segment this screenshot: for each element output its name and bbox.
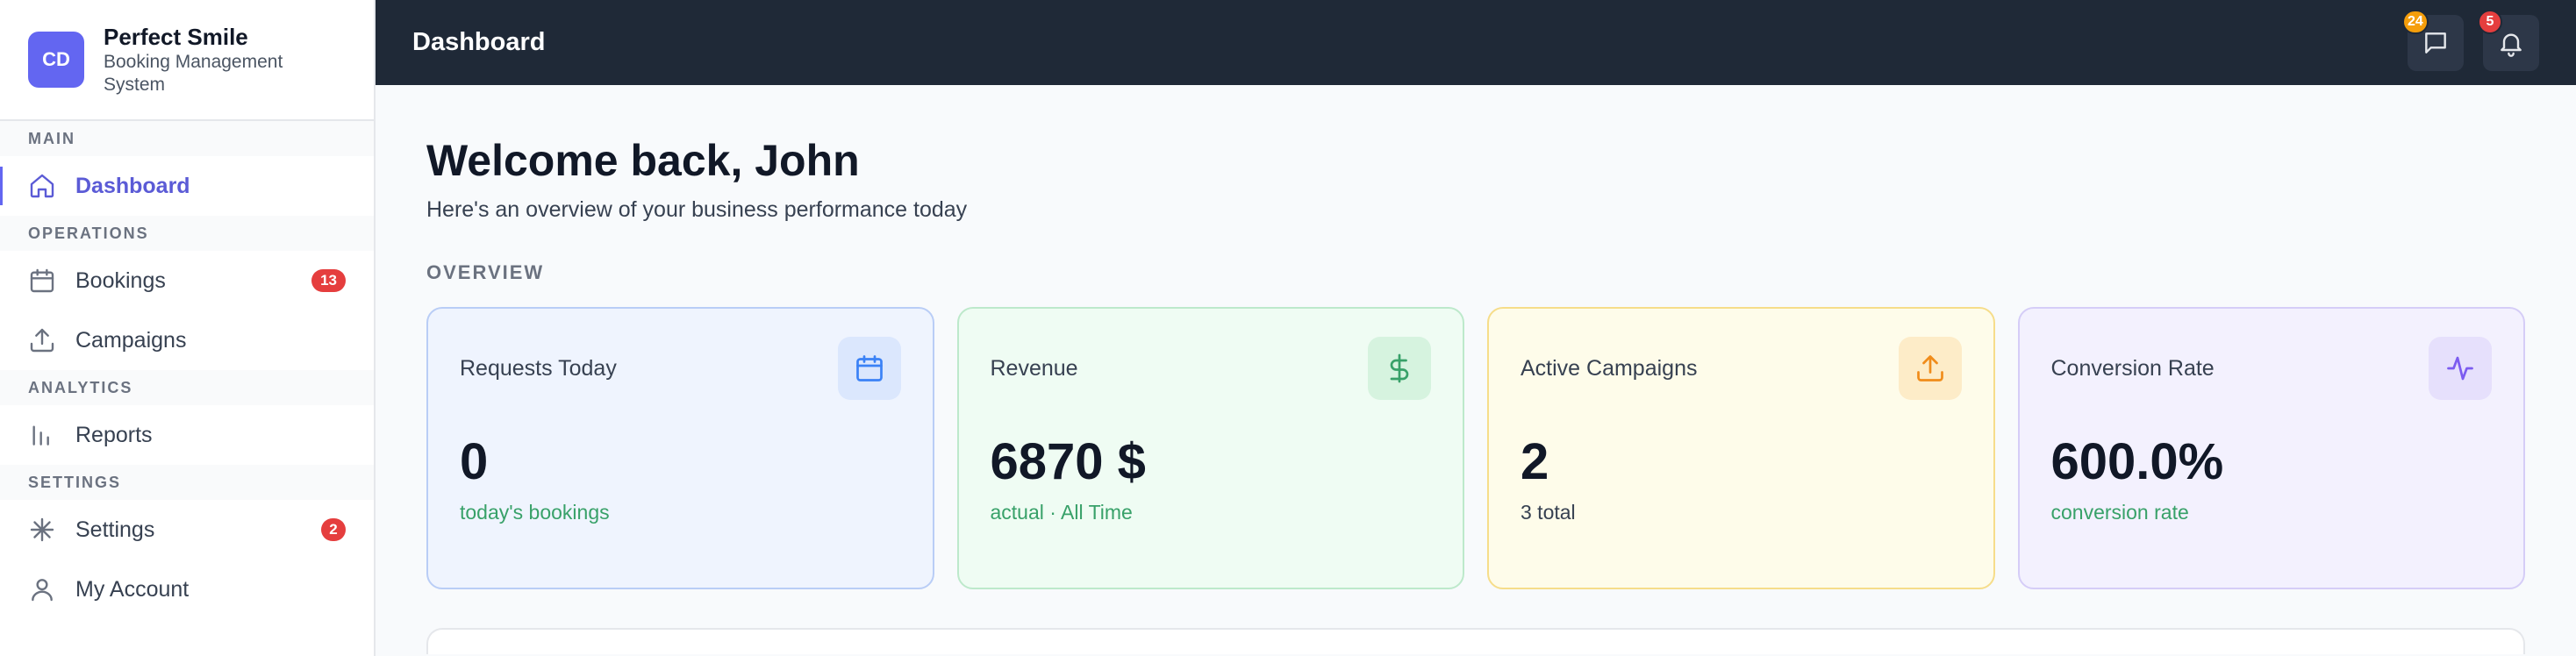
- stat-card-requests-today[interactable]: Requests Today 0 today's bookings: [426, 307, 934, 589]
- stat-cards: Requests Today 0 today's bookings Revenu…: [426, 307, 2525, 589]
- stat-card-value: 0: [460, 433, 489, 490]
- notifications-count-badge: 5: [2478, 9, 2502, 34]
- brand-logo: CD: [28, 32, 84, 88]
- app-root: CD Perfect Smile Booking Management Syst…: [0, 0, 2576, 656]
- stat-card-value: 600.0%: [2050, 433, 2224, 490]
- stat-card-conversion-rate[interactable]: Conversion Rate 600.0% conversion rate: [2017, 307, 2525, 589]
- overview-label: OVERVIEW: [426, 261, 545, 283]
- notifications-button[interactable]: 5: [2478, 9, 2539, 71]
- home-icon: [28, 172, 56, 200]
- calendar-icon: [28, 267, 56, 295]
- welcome-title: Welcome back, John: [426, 136, 860, 185]
- settings-count-badge: 2: [321, 518, 346, 541]
- stat-card-revenue[interactable]: Revenue 6870 $ actual · All Time: [956, 307, 1464, 589]
- sidebar-item-reports[interactable]: Reports: [0, 405, 374, 465]
- stat-card-active-campaigns[interactable]: Active Campaigns 2 3 total: [1487, 307, 1995, 589]
- welcome-subtitle: Here's an overview of your business perf…: [426, 197, 968, 222]
- stat-card-subtitle: today's bookings: [460, 501, 610, 524]
- upload-icon: [1898, 337, 1962, 400]
- brand-subtitle: Booking Management System: [104, 52, 283, 95]
- topbar: Dashboard 24 5: [376, 0, 2576, 85]
- stat-card-title: Revenue: [990, 356, 1078, 381]
- dashboard-content: Welcome back, John Here's an overview of…: [376, 85, 2576, 654]
- brand-header: CD Perfect Smile Booking Management Syst…: [0, 0, 374, 121]
- bookings-count-badge: 13: [311, 269, 346, 292]
- stat-card-subtitle: conversion rate: [2050, 501, 2189, 524]
- activity-icon: [2429, 337, 2492, 400]
- content-panel: [426, 628, 2525, 654]
- sidebar-item-label: My Account: [75, 576, 190, 602]
- sidebar: CD Perfect Smile Booking Management Syst…: [0, 0, 376, 656]
- sidebar-item-label: Bookings: [75, 267, 166, 293]
- stat-card-title: Conversion Rate: [2050, 356, 2215, 381]
- sidebar-item-my-account[interactable]: My Account: [0, 560, 374, 619]
- sparkle-settings-icon: [28, 516, 56, 544]
- sidebar-item-campaigns[interactable]: Campaigns: [0, 310, 374, 370]
- stat-card-value: 2: [1521, 433, 1549, 490]
- messages-count-badge: 24: [2402, 9, 2429, 34]
- sidebar-item-bookings[interactable]: Bookings 13: [0, 251, 374, 310]
- stat-card-title: Requests Today: [460, 356, 617, 381]
- bell-icon: [2497, 29, 2525, 57]
- topbar-actions: 24 5: [2402, 9, 2539, 71]
- brand-name: Perfect Smile: [104, 24, 248, 50]
- section-label-main: MAIN: [0, 121, 374, 156]
- sidebar-item-label: Reports: [75, 422, 153, 447]
- stat-card-title: Active Campaigns: [1521, 356, 1698, 381]
- main-area: Dashboard 24 5 Welcome back, John Here's…: [376, 0, 2576, 656]
- sidebar-item-label: Dashboard: [75, 173, 190, 198]
- stat-card-subtitle: 3 total: [1521, 501, 1576, 524]
- sidebar-item-label: Settings: [75, 517, 155, 542]
- bar-chart-icon: [28, 421, 56, 449]
- brand-text: Perfect Smile Booking Management System: [104, 23, 332, 96]
- user-icon: [28, 575, 56, 603]
- stat-card-value: 6870 $: [990, 433, 1146, 490]
- section-label-analytics: ANALYTICS: [0, 370, 374, 405]
- upload-icon: [28, 326, 56, 354]
- sidebar-item-settings[interactable]: Settings 2: [0, 500, 374, 560]
- page-title: Dashboard: [412, 28, 546, 56]
- section-label-operations: OPERATIONS: [0, 216, 374, 251]
- messages-button[interactable]: 24: [2402, 9, 2464, 71]
- chat-icon: [2422, 29, 2450, 57]
- sidebar-item-label: Campaigns: [75, 327, 187, 353]
- section-label-settings: SETTINGS: [0, 465, 374, 500]
- calendar-icon: [837, 337, 901, 400]
- sidebar-item-dashboard[interactable]: Dashboard: [0, 156, 374, 216]
- stat-card-subtitle: actual · All Time: [990, 501, 1133, 524]
- dollar-icon: [1368, 337, 1431, 400]
